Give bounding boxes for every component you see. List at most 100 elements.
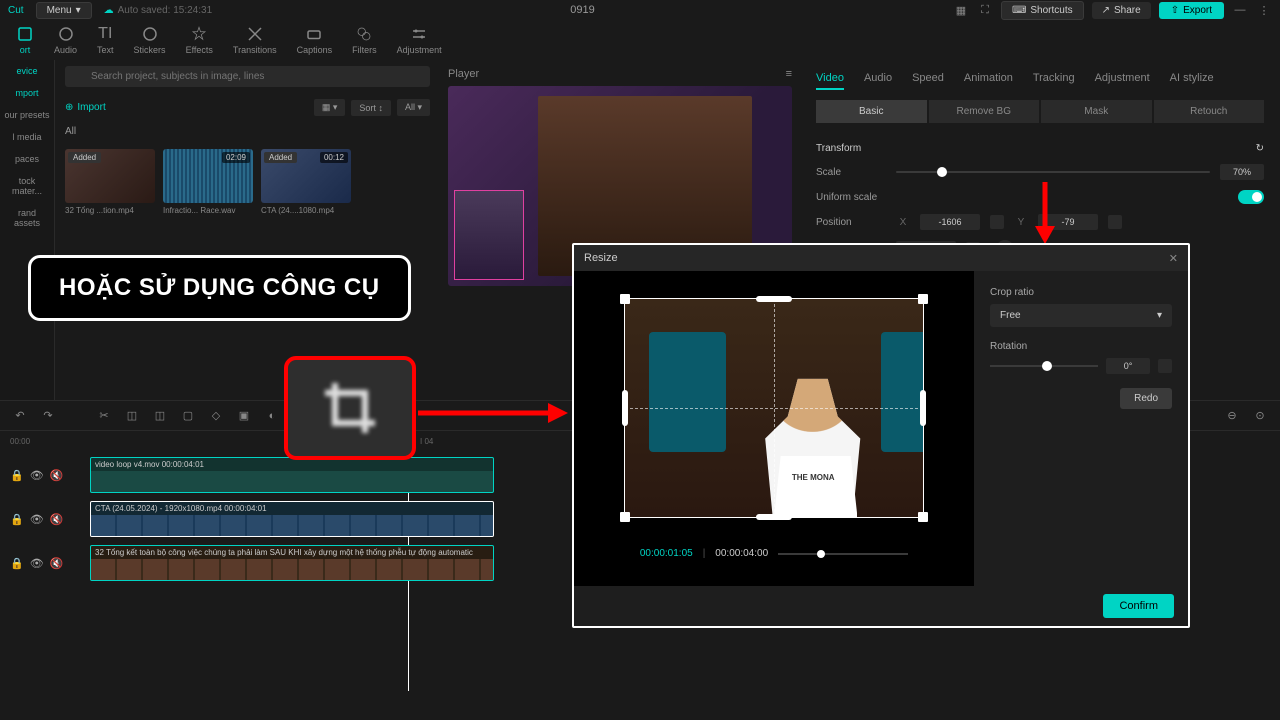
crop-handle[interactable]	[620, 512, 630, 522]
tool-icon[interactable]: ▣	[234, 406, 254, 426]
y-spinner[interactable]	[1108, 215, 1122, 229]
minimize-icon[interactable]: —	[1232, 2, 1248, 18]
eye-icon[interactable]: 👁	[30, 469, 44, 482]
tool-filters[interactable]: Filters	[342, 21, 387, 59]
topbar: Cut Menu ▾ ☁Auto saved: 15:24:31 0919 ▦ …	[0, 0, 1280, 20]
subtab-removebg[interactable]: Remove BG	[929, 100, 1040, 123]
rotation-label: Rotation	[990, 341, 1172, 352]
shortcuts-button[interactable]: ⌨Shortcuts	[1001, 1, 1084, 20]
tab-speed[interactable]: Speed	[912, 68, 944, 90]
tool-transitions[interactable]: Transitions	[223, 21, 287, 59]
media-item[interactable]: 02:09 Infractio... Race.wav	[163, 149, 253, 215]
lock-icon[interactable]: 🔒	[10, 513, 24, 526]
sidebar-item-device[interactable]: evice	[0, 60, 54, 82]
chevron-down-icon: ▾	[76, 5, 81, 16]
sidebar-item-media[interactable]: l media	[0, 126, 54, 148]
tab-audio[interactable]: Audio	[864, 68, 892, 90]
share-button[interactable]: ↗Share	[1092, 2, 1151, 19]
scale-label: Scale	[816, 167, 886, 178]
sidebar-item-presets[interactable]: our presets	[0, 104, 54, 126]
tool-effects[interactable]: Effects	[176, 21, 223, 59]
crop-ratio-select[interactable]: Free▾	[990, 304, 1172, 327]
eye-icon[interactable]: 👁	[30, 513, 44, 526]
reset-icon[interactable]: ↻	[1256, 143, 1264, 154]
mute-icon[interactable]: 🔇	[50, 469, 64, 482]
tool-text[interactable]: TIText	[87, 21, 124, 59]
close-icon[interactable]: ✕	[1169, 252, 1178, 265]
tab-ai[interactable]: AI stylize	[1170, 68, 1214, 90]
tab-video[interactable]: Video	[816, 68, 844, 90]
lock-icon[interactable]: 🔒	[10, 469, 24, 482]
tool-icon[interactable]: ◫	[122, 406, 142, 426]
lock-icon[interactable]: 🔒	[10, 557, 24, 570]
subtab-retouch[interactable]: Retouch	[1154, 100, 1265, 123]
media-item[interactable]: Added00:12 CTA (24....1080.mp4	[261, 149, 351, 215]
tool-stickers[interactable]: Stickers	[124, 21, 176, 59]
crop-edge[interactable]	[920, 390, 926, 426]
tool-icon[interactable]: ▢	[178, 406, 198, 426]
scale-value[interactable]: 70%	[1220, 164, 1264, 180]
modal-time-slider[interactable]	[778, 553, 908, 555]
tab-animation[interactable]: Animation	[964, 68, 1013, 90]
crop-handle[interactable]	[918, 294, 928, 304]
scale-slider[interactable]	[896, 171, 1210, 173]
rotation-spinner[interactable]	[1158, 359, 1172, 373]
subtab-basic[interactable]: Basic	[816, 100, 927, 123]
tool-audio[interactable]: Audio	[44, 21, 87, 59]
search-input[interactable]	[65, 66, 430, 87]
confirm-button[interactable]: Confirm	[1103, 594, 1174, 618]
tool-adjustment[interactable]: Adjustment	[387, 21, 452, 59]
toggle-icon[interactable]: ⊙	[1250, 406, 1270, 426]
expand-icon[interactable]: ⛶	[977, 2, 993, 18]
filter-all-button[interactable]: All ▾	[397, 99, 430, 116]
sort-button[interactable]: Sort ↕	[351, 100, 391, 116]
tool-icon[interactable]: ◐	[262, 406, 282, 426]
layout-icon[interactable]: ▦	[953, 2, 969, 18]
export-button[interactable]: ⇧Export	[1159, 2, 1224, 19]
arrow-vertical-icon	[1030, 182, 1060, 244]
import-button[interactable]: ⊕Import	[65, 102, 106, 113]
tab-tracking[interactable]: Tracking	[1033, 68, 1075, 90]
menu-button[interactable]: Menu ▾	[36, 2, 92, 19]
redo-icon[interactable]: ↷	[38, 406, 58, 426]
modal-time-total: 00:00:04:00	[715, 548, 768, 559]
split-icon[interactable]: ✂	[94, 406, 114, 426]
crop-tool-highlight	[284, 356, 416, 460]
chevron-down-icon: ▾	[1157, 310, 1162, 321]
position-label: Position	[816, 217, 886, 228]
rotation-value[interactable]: 0°	[1106, 358, 1150, 374]
eye-icon[interactable]: 👁	[30, 557, 44, 570]
mute-icon[interactable]: 🔇	[50, 557, 64, 570]
cloud-icon: ☁	[104, 5, 114, 16]
tool-import[interactable]: ort	[6, 21, 44, 59]
crop-edge[interactable]	[622, 390, 628, 426]
app-logo: Cut	[8, 5, 24, 16]
view-mode-button[interactable]: ▦ ▾	[314, 99, 346, 116]
tool-icon[interactable]: ◫	[150, 406, 170, 426]
share-icon: ↗	[1102, 5, 1110, 16]
more-icon[interactable]: ⋮	[1256, 2, 1272, 18]
tool-icon[interactable]: ◇	[206, 406, 226, 426]
redo-button[interactable]: Redo	[1120, 388, 1172, 409]
crop-preview[interactable]: THE MONA 00:00:01:05 | 00:00:04:00	[574, 271, 974, 586]
media-item[interactable]: Added 32 Tổng ...tion.mp4	[65, 149, 155, 215]
player-menu-icon[interactable]: ≡	[786, 68, 792, 80]
crop-handle[interactable]	[918, 512, 928, 522]
tool-captions[interactable]: Captions	[287, 21, 343, 59]
uniform-toggle[interactable]	[1238, 190, 1264, 204]
sidebar-item-import[interactable]: mport	[0, 82, 54, 104]
sidebar-item-spaces[interactable]: paces	[0, 148, 54, 170]
position-x[interactable]: -1606	[920, 214, 980, 230]
tab-adjustment[interactable]: Adjustment	[1095, 68, 1150, 90]
crop-edge[interactable]	[756, 296, 792, 302]
zoom-out-icon[interactable]: ⊖	[1222, 406, 1242, 426]
crop-handle[interactable]	[620, 294, 630, 304]
sidebar-item-stock[interactable]: tock mater...	[0, 170, 54, 202]
subtab-mask[interactable]: Mask	[1041, 100, 1152, 123]
sidebar-item-brand[interactable]: rand assets	[0, 202, 54, 234]
mute-icon[interactable]: 🔇	[50, 513, 64, 526]
rotation-slider[interactable]	[990, 365, 1098, 367]
crop-edge[interactable]	[756, 514, 792, 520]
undo-icon[interactable]: ↶	[10, 406, 30, 426]
x-spinner[interactable]	[990, 215, 1004, 229]
